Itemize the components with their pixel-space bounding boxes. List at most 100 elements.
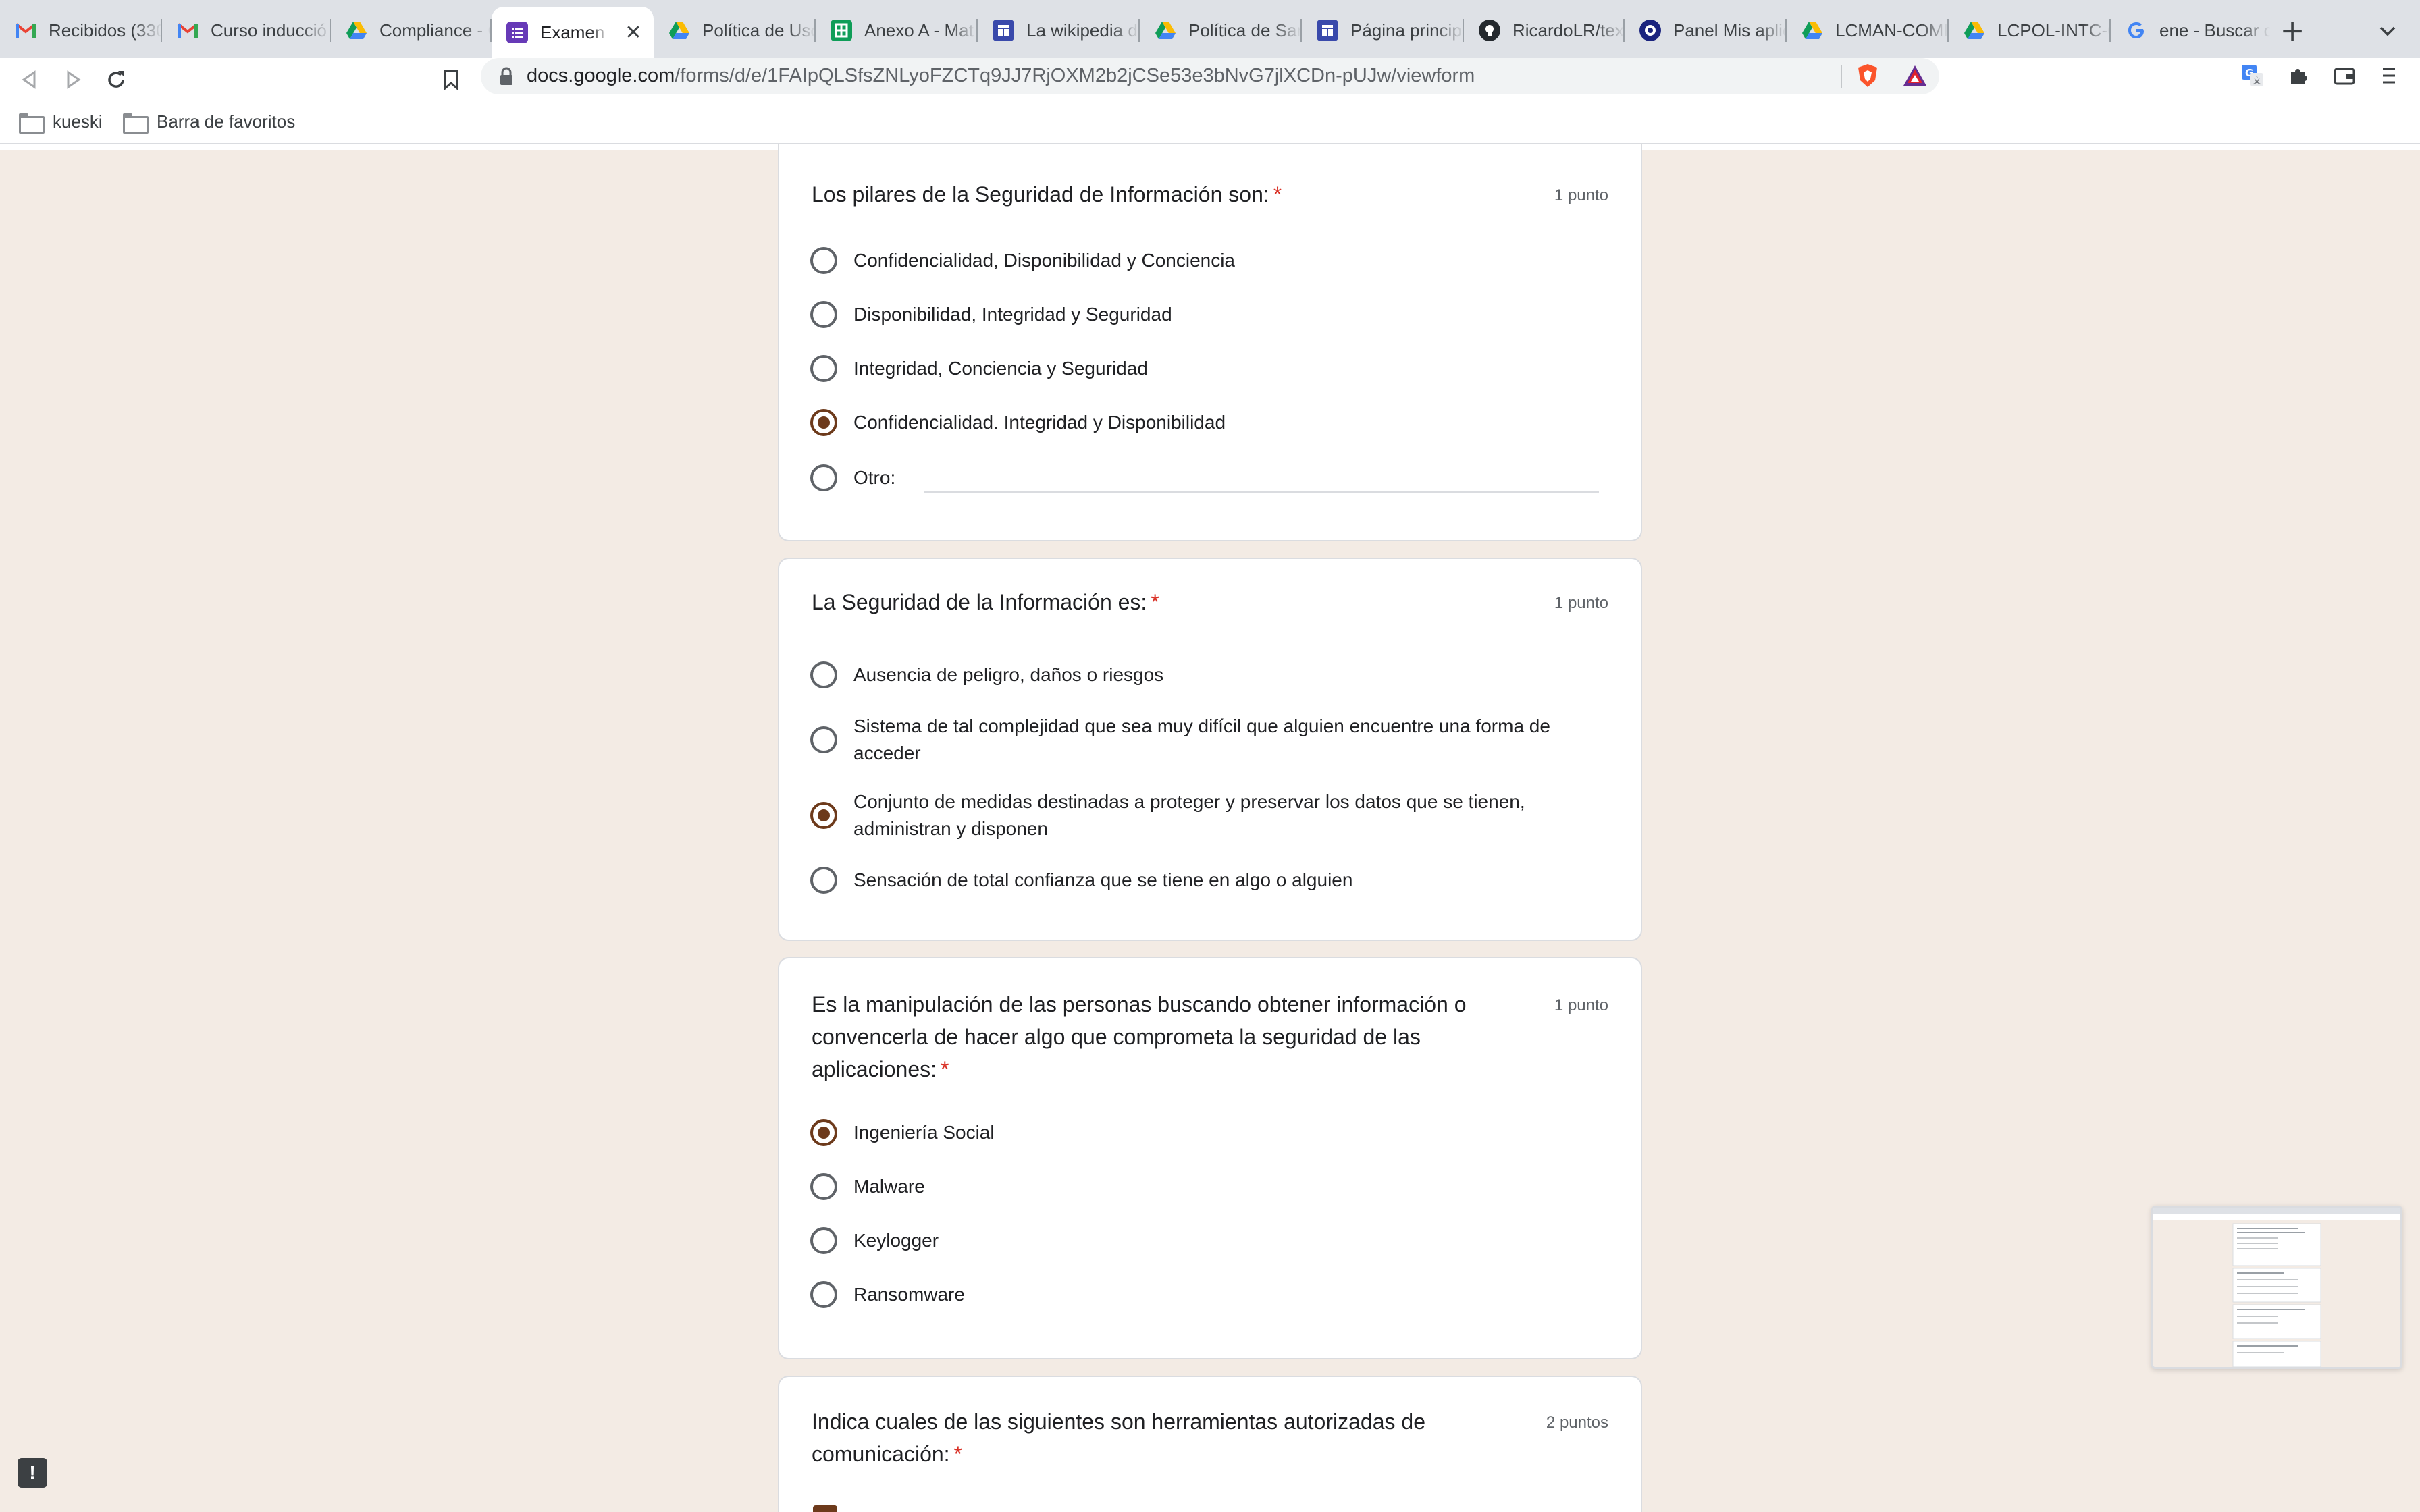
tab-title: LCPOL-INTC-0 [1997, 20, 2111, 40]
google-drive-icon [1155, 20, 1176, 41]
option-label: Ausencia de peligro, daños o riesgos [853, 664, 1164, 685]
tab-title: LCMAN-COMP [1835, 20, 1949, 40]
lock-icon[interactable] [498, 66, 515, 86]
extensions-puzzle-icon[interactable] [2282, 59, 2315, 92]
radio-option-other[interactable]: Otro: [810, 464, 895, 491]
browser-tab[interactable]: LCMAN-COMP [1787, 9, 1949, 51]
radio-option[interactable]: Sistema de tal complejidad que sea muy d… [810, 713, 1607, 767]
back-arrow-icon[interactable] [14, 63, 46, 96]
google-drive-icon [1801, 20, 1823, 41]
address-bar-divider [1841, 65, 1842, 88]
radio-option-selected[interactable]: Ingeniería Social [810, 1119, 995, 1146]
tab-title: Compliance - G [379, 20, 492, 40]
question-points: 1 punto [1554, 996, 1608, 1015]
bookmark-folder-kueski[interactable]: kueski [19, 109, 103, 134]
radio-option[interactable]: Ausencia de peligro, daños o riesgos [810, 662, 1163, 688]
radio-button-checked[interactable] [810, 409, 837, 436]
browser-tab[interactable]: Política de Uso [654, 9, 816, 51]
google-drive-icon [346, 20, 367, 41]
bookmarks-bar [0, 100, 2420, 144]
page-thumbnail-preview[interactable] [2151, 1206, 2402, 1369]
bookmark-label: Barra de favoritos [157, 111, 296, 132]
radio-button[interactable] [810, 662, 837, 688]
radio-button[interactable] [810, 867, 837, 894]
radio-button[interactable] [810, 464, 837, 491]
question-title: Los pilares de la Seguridad de Informaci… [812, 178, 1487, 211]
radio-button[interactable] [810, 355, 837, 382]
question-text: La Seguridad de la Información es: [812, 590, 1147, 614]
option-label: Sensación de total confianza que se tien… [853, 869, 1353, 890]
browser-tab[interactable]: Panel Mis aplic [1625, 9, 1787, 51]
tab-title: Anexo A - Mat [864, 20, 974, 40]
tab-title: Curso inducció [211, 20, 327, 40]
question-points: 1 punto [1554, 594, 1608, 612]
browser-tab[interactable]: Anexo A - Mat [816, 9, 978, 51]
brave-rewards-icon[interactable] [1899, 59, 1931, 92]
tab-strip: Recibidos (330 Curso inducció Compliance… [0, 0, 2420, 58]
radio-button[interactable] [810, 726, 837, 753]
radio-option-selected[interactable]: Conjunto de medidas destinadas a protege… [810, 788, 1607, 842]
tab-search-chevron-icon[interactable] [2371, 15, 2404, 47]
bookmark-label: kueski [53, 111, 103, 132]
radio-button-checked[interactable] [810, 1119, 837, 1146]
forward-arrow-icon[interactable] [57, 63, 89, 96]
wallet-icon[interactable] [2328, 59, 2361, 92]
radio-button[interactable] [810, 1227, 837, 1254]
radio-option[interactable]: Disponibilidad, Integridad y Seguridad [810, 301, 1172, 328]
option-label: Conjunto de medidas destinadas a protege… [853, 791, 1525, 839]
question-text: Indica cuales de las siguientes son herr… [812, 1409, 1425, 1466]
site-icon [1317, 20, 1338, 41]
tab-title: RicardoLR/text [1512, 20, 1625, 40]
other-text-input[interactable] [924, 491, 1599, 493]
browser-tab[interactable]: La wikipedia d [978, 9, 1140, 51]
required-asterisk: * [941, 1057, 949, 1081]
question-title: La Seguridad de la Información es: * [812, 586, 1487, 618]
radio-option[interactable]: Integridad, Conciencia y Seguridad [810, 355, 1148, 382]
radio-option[interactable]: Ransomware [810, 1281, 965, 1308]
reload-icon[interactable] [100, 63, 132, 96]
svg-text:文: 文 [2253, 76, 2261, 86]
option-label: Integridad, Conciencia y Seguridad [853, 358, 1148, 379]
radio-button[interactable] [810, 301, 837, 328]
browser-tab[interactable]: Política de San [1140, 9, 1302, 51]
radio-button[interactable] [810, 1173, 837, 1200]
question-card: Es la manipulación de las personas busca… [778, 957, 1642, 1359]
browser-tab[interactable]: RicardoLR/text [1464, 9, 1625, 51]
radio-option[interactable]: Sensación de total confianza que se tien… [810, 867, 1352, 894]
question-card: Los pilares de la Seguridad de Informaci… [778, 144, 1642, 541]
tab-title: Panel Mis aplic [1673, 20, 1787, 40]
option-label: Malware [853, 1176, 925, 1197]
bookmark-folder-favoritos[interactable]: Barra de favoritos [123, 109, 295, 134]
browser-tab[interactable]: LCPOL-INTC-0 [1949, 9, 2111, 51]
brave-shields-icon[interactable] [1851, 59, 1884, 92]
browser-tab[interactable]: Compliance - G [331, 9, 492, 51]
radio-option[interactable]: Confidencialidad, Disponibilidad y Conci… [810, 247, 1235, 274]
new-tab-button[interactable]: + [2276, 14, 2309, 48]
radio-button[interactable] [810, 1281, 837, 1308]
option-label: Disponibilidad, Integridad y Seguridad [853, 304, 1172, 325]
radio-option[interactable]: Keylogger [810, 1227, 939, 1254]
tab-title: ene - Buscar c [2159, 20, 2270, 40]
report-problem-icon[interactable]: ! [18, 1458, 47, 1488]
browser-tab[interactable]: ene - Buscar c [2111, 9, 2270, 51]
checkbox-checked[interactable] [813, 1505, 837, 1512]
browser-tab[interactable]: Página principa [1302, 9, 1464, 51]
browser-tab[interactable]: Recibidos (330 [0, 9, 162, 51]
url-host: docs.google.com [527, 65, 675, 86]
bookmark-icon[interactable] [435, 63, 467, 96]
url-text[interactable]: docs.google.com/forms/d/e/1FAIpQLSfsZNLy… [527, 63, 1475, 88]
option-label: Sistema de tal complejidad que sea muy d… [853, 716, 1550, 763]
question-card: Indica cuales de las siguientes son herr… [778, 1376, 1642, 1512]
option-label: Otro: [853, 467, 896, 488]
radio-option[interactable]: Malware [810, 1173, 925, 1200]
tab-title: La wikipedia d [1026, 20, 1138, 40]
translate-icon[interactable]: G文 [2236, 59, 2269, 92]
google-drive-icon [668, 20, 690, 41]
browser-tab[interactable]: Curso inducció [162, 9, 331, 51]
radio-option-selected[interactable]: Confidencialidad. Integridad y Disponibi… [810, 409, 1226, 436]
menu-kebab-icon[interactable] [2373, 59, 2405, 92]
radio-button[interactable] [810, 247, 837, 274]
radio-button-checked[interactable] [810, 802, 837, 829]
browser-tab-active[interactable]: Examen Cu ✕ [492, 7, 654, 58]
close-tab-icon[interactable]: ✕ [623, 21, 644, 45]
